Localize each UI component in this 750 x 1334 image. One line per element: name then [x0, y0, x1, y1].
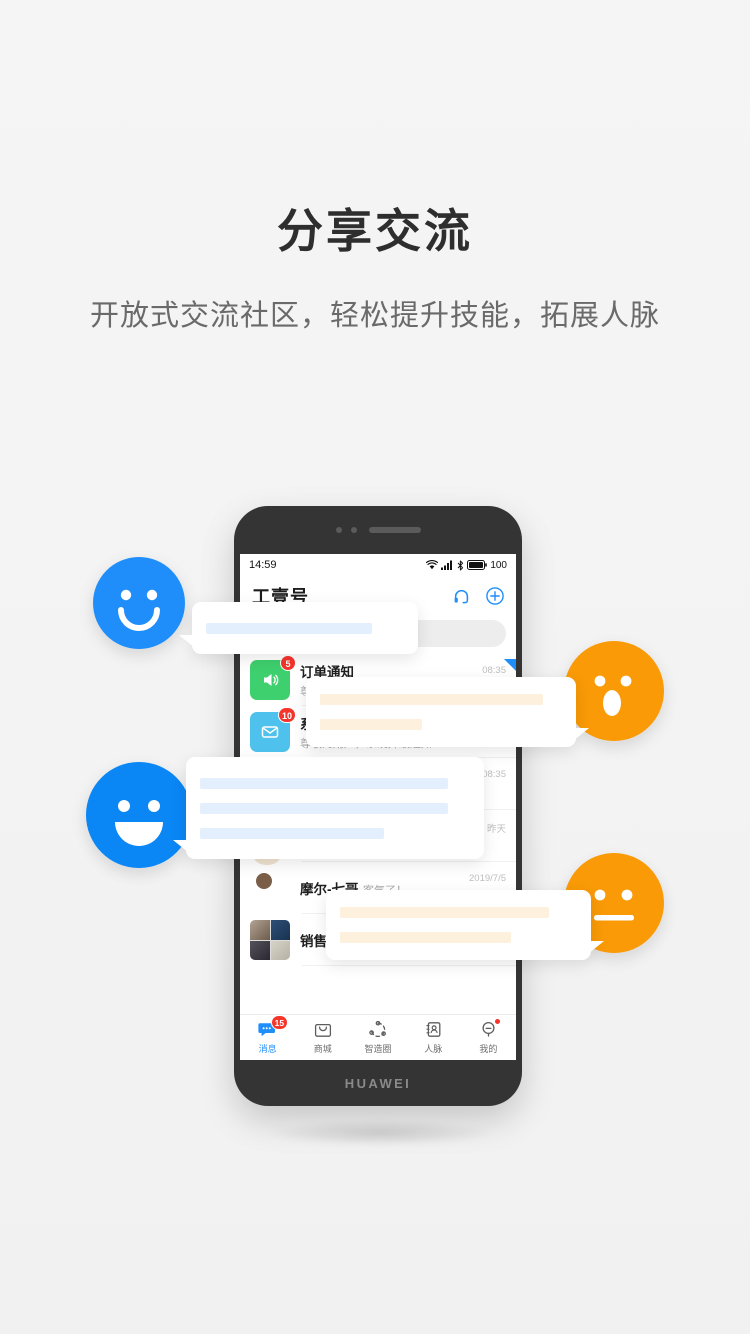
tab-messages[interactable]: 15 消息	[240, 1015, 295, 1055]
headset-icon[interactable]	[453, 588, 470, 605]
smiling-face-icon	[93, 557, 185, 649]
tab-mine[interactable]: 我的	[461, 1018, 516, 1055]
tab-label: 我的	[479, 1044, 498, 1054]
wifi-icon	[426, 560, 439, 570]
bubble-top-left	[179, 602, 418, 654]
battery-percent: 100	[490, 559, 507, 571]
avatar	[250, 920, 290, 960]
sensor-icon	[350, 527, 357, 533]
contacts-icon	[425, 1020, 442, 1039]
avatar-tile	[270, 940, 290, 960]
page-title: 分享交流	[277, 205, 473, 257]
bubble-tail	[179, 635, 195, 648]
phone-top-bezel	[234, 506, 522, 554]
bag-icon	[314, 1020, 332, 1039]
chat-icon: 15	[258, 1015, 289, 1039]
bottom-tab-bar: 15 消息 商城 智造圈 人脉 我的	[240, 1014, 516, 1060]
tab-manufacturing-circle[interactable]: 智造圈	[350, 1020, 405, 1055]
tab-notification-dot	[493, 1018, 501, 1025]
status-bar: 14:59 100	[240, 554, 516, 576]
earpiece-speaker	[368, 527, 421, 533]
battery-icon	[467, 560, 488, 570]
person-icon	[480, 1018, 501, 1039]
placeholder-bar	[206, 622, 373, 634]
tab-mall[interactable]: 商城	[295, 1020, 350, 1055]
cellular-signal-icon	[441, 560, 454, 570]
placeholder-bar	[340, 907, 549, 918]
circle-nodes-icon	[369, 1020, 387, 1039]
bubble-mid-left	[173, 757, 484, 859]
brand-label: HUAWEI	[344, 1075, 412, 1091]
placeholder-bar	[200, 827, 384, 839]
placeholder-bar	[200, 777, 449, 789]
placeholder-bar	[340, 932, 511, 943]
phone-bottom-bezel: HUAWEI	[234, 1060, 522, 1106]
tab-label: 人脉	[424, 1044, 443, 1054]
message-time: 08:35	[482, 665, 506, 676]
message-time: 昨天	[486, 824, 506, 835]
tab-label: 商城	[313, 1044, 332, 1054]
tab-label: 智造圈	[364, 1044, 392, 1054]
avatar-tile	[250, 920, 270, 940]
page-subtitle: 开放式交流社区，轻松提升技能，拓展人脉	[89, 300, 660, 332]
unread-badge: 10	[277, 707, 296, 723]
avatar-tile	[270, 920, 290, 940]
front-camera-icon	[335, 527, 342, 533]
plus-circle-icon[interactable]	[486, 587, 504, 605]
status-time: 14:59	[249, 559, 277, 571]
phone-shadow	[265, 1120, 495, 1146]
bubble-bottom-right	[326, 890, 604, 960]
pinned-flag-icon	[504, 659, 516, 671]
bluetooth-icon	[457, 560, 464, 571]
bubble-tail	[588, 941, 604, 954]
tab-badge: 15	[270, 1015, 289, 1030]
avatar-tile	[250, 940, 270, 960]
placeholder-bar	[320, 694, 543, 705]
bubble-tail	[573, 728, 589, 741]
message-time: 2019/7/5	[469, 873, 506, 884]
bubble-top-right	[306, 677, 589, 747]
placeholder-bar	[200, 802, 449, 814]
tab-label: 消息	[258, 1044, 277, 1054]
promo-page: 分享交流 开放式交流社区，轻松提升技能，拓展人脉 14:59 100 工壹号 5…	[0, 0, 750, 1334]
surprised-face-icon	[564, 641, 664, 741]
message-time: 08:35	[482, 769, 506, 780]
placeholder-bar	[320, 719, 422, 730]
unread-badge: 5	[280, 655, 296, 671]
bubble-tail	[173, 840, 189, 853]
tab-contacts[interactable]: 人脉	[406, 1020, 461, 1055]
